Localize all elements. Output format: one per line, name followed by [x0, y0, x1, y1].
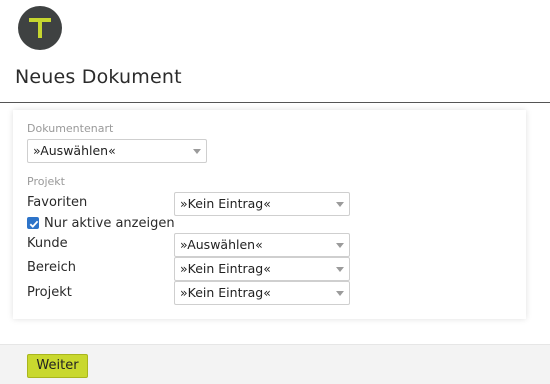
dokumentenart-select[interactable]: »Auswählen« [27, 139, 207, 163]
dokumentenart-select-value: »Auswählen« [33, 143, 116, 158]
header-divider [0, 102, 550, 103]
projekt-label: Projekt [27, 285, 72, 300]
kunde-select[interactable]: »Auswählen« [174, 233, 350, 257]
favoriten-select[interactable]: »Kein Eintrag« [174, 192, 350, 216]
kunde-select-value: »Auswählen« [180, 237, 263, 252]
chevron-down-icon [336, 267, 344, 272]
page: Neues Dokument Dokumentenart »Auswählen«… [0, 0, 550, 384]
dokumentenart-section-label: Dokumentenart [27, 122, 114, 135]
bereich-label: Bereich [27, 260, 76, 275]
kunde-label: Kunde [27, 236, 68, 251]
nur-aktive-row: Nur aktive anzeigen [27, 215, 175, 231]
chevron-down-icon [336, 202, 344, 207]
chevron-down-icon [336, 243, 344, 248]
bereich-select-value: »Kein Eintrag« [180, 261, 271, 276]
projekt-select[interactable]: »Kein Eintrag« [174, 281, 350, 305]
nur-aktive-checkbox[interactable] [27, 217, 39, 229]
chevron-down-icon [336, 291, 344, 296]
weiter-button[interactable]: Weiter [27, 354, 88, 378]
projekt-section-label: Projekt [27, 175, 65, 188]
page-title: Neues Dokument [15, 66, 182, 88]
checkmark-icon [29, 220, 39, 228]
t-logo-icon [18, 6, 62, 50]
bereich-select[interactable]: »Kein Eintrag« [174, 257, 350, 281]
footer-bar: Weiter [0, 344, 550, 384]
chevron-down-icon [193, 149, 201, 154]
nur-aktive-label[interactable]: Nur aktive anzeigen [44, 216, 175, 231]
favoriten-label: Favoriten [27, 195, 88, 210]
favoriten-select-value: »Kein Eintrag« [180, 196, 271, 211]
projekt-select-value: »Kein Eintrag« [180, 285, 271, 300]
